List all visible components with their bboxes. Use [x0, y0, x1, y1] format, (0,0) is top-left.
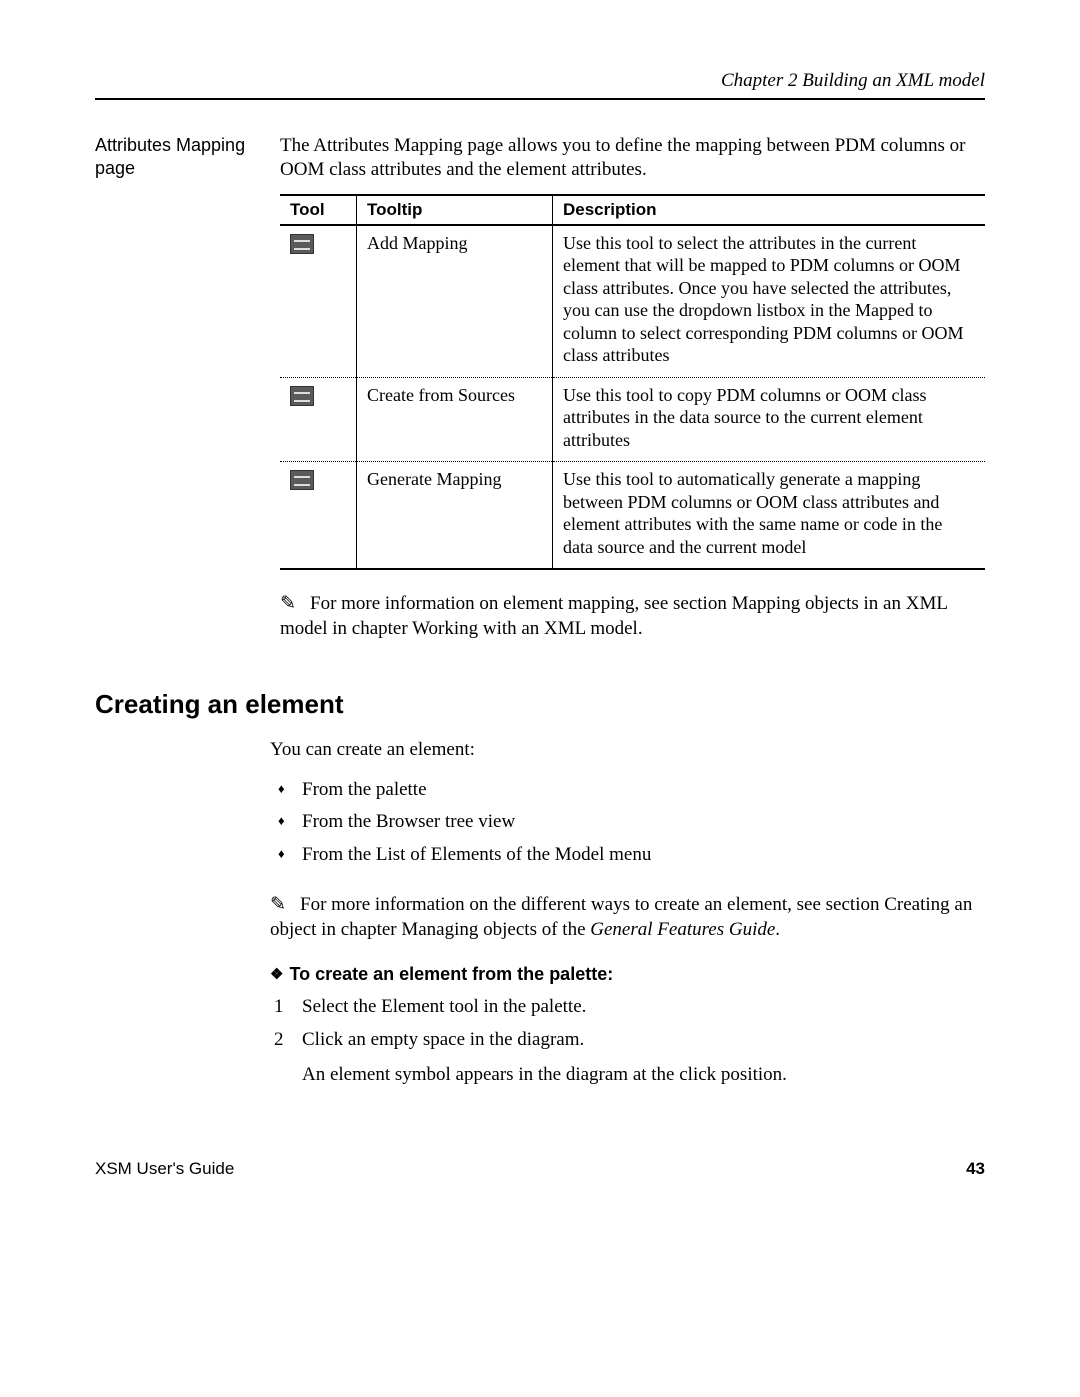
add-mapping-icon	[290, 234, 314, 254]
cell-tooltip: Generate Mapping	[357, 462, 553, 570]
cell-tooltip: Create from Sources	[357, 377, 553, 462]
creating-body: You can create an element: From the pale…	[270, 738, 985, 1089]
cell-description: Use this tool to select the attributes i…	[553, 225, 986, 378]
creating-note-tail: .	[775, 919, 780, 940]
heading-creating-an-element: Creating an element	[95, 689, 985, 720]
table-row: Generate Mapping Use this tool to automa…	[280, 462, 985, 570]
margin-note-attributes-mapping: Attributes Mapping page	[95, 134, 280, 179]
cell-description: Use this tool to automatically generate …	[553, 462, 986, 570]
creating-bullet-list: From the palette From the Browser tree v…	[270, 774, 985, 871]
cell-tooltip: Add Mapping	[357, 225, 553, 378]
col-header-tool: Tool	[280, 195, 357, 225]
list-item: From the palette	[270, 774, 985, 806]
page-footer: XSM User's Guide 43	[95, 1159, 985, 1179]
table-row: Create from Sources Use this tool to cop…	[280, 377, 985, 462]
list-item: From the List of Elements of the Model m…	[270, 839, 985, 871]
step-result: An element symbol appears in the diagram…	[302, 1062, 985, 1089]
col-header-tooltip: Tooltip	[357, 195, 553, 225]
procedure-bullet-icon: ❖	[270, 965, 283, 983]
step-item: Click an empty space in the diagram.	[270, 1026, 985, 1055]
mapping-note: ✎For more information on element mapping…	[280, 592, 985, 641]
procedure-heading-text: To create an element from the palette:	[289, 964, 613, 984]
attributes-mapping-section: Attributes Mapping page The Attributes M…	[95, 134, 985, 641]
cell-description: Use this tool to copy PDM columns or OOM…	[553, 377, 986, 462]
footer-guide-name: XSM User's Guide	[95, 1159, 234, 1179]
tool-table: Tool Tooltip Description Add Mapping Use…	[280, 194, 985, 571]
attributes-mapping-intro: The Attributes Mapping page allows you t…	[280, 134, 985, 182]
note-icon: ✎	[280, 592, 310, 617]
create-from-sources-icon	[290, 386, 314, 406]
creating-note-italic: General Features Guide	[590, 919, 775, 940]
creating-note: ✎For more information on the different w…	[270, 893, 985, 942]
generate-mapping-icon	[290, 470, 314, 490]
creating-intro: You can create an element:	[270, 738, 985, 762]
list-item: From the Browser tree view	[270, 806, 985, 838]
step-item: Select the Element tool in the palette.	[270, 993, 985, 1022]
mapping-note-text: For more information on element mapping,…	[280, 593, 947, 639]
procedure-steps: Select the Element tool in the palette. …	[270, 993, 985, 1054]
col-header-description: Description	[553, 195, 986, 225]
page: Chapter 2 Building an XML model Attribut…	[0, 0, 1080, 1239]
note-icon: ✎	[270, 893, 300, 918]
footer-page-number: 43	[966, 1159, 985, 1179]
running-header: Chapter 2 Building an XML model	[95, 70, 985, 100]
table-header-row: Tool Tooltip Description	[280, 195, 985, 225]
procedure-heading: ❖ To create an element from the palette:	[270, 964, 985, 985]
table-row: Add Mapping Use this tool to select the …	[280, 225, 985, 378]
